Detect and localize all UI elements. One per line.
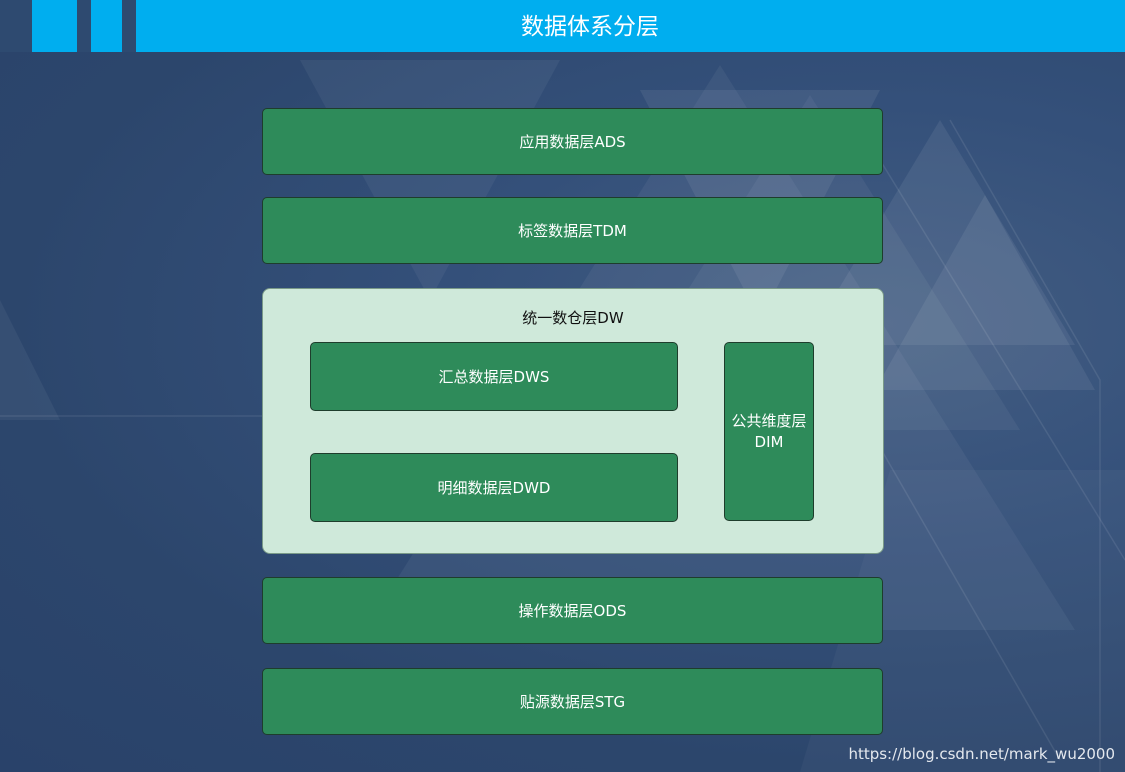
- dim-code: DIM: [754, 432, 784, 451]
- layer-ods: 操作数据层ODS: [262, 577, 883, 644]
- layer-dwd: 明细数据层DWD: [310, 453, 678, 522]
- layer-tdm: 标签数据层TDM: [262, 197, 883, 264]
- diagram-canvas: 数据体系分层 应用数据层ADS 标签数据层TDM 统一数仓层DW 汇总数据层DW…: [0, 0, 1125, 772]
- title-bar: 数据体系分层: [0, 0, 1125, 52]
- page-title: 数据体系分层: [521, 14, 659, 40]
- dw-title: 统一数仓层DW: [522, 309, 624, 327]
- layer-stg: 贴源数据层STG: [262, 668, 883, 735]
- layer-dws: 汇总数据层DWS: [310, 342, 678, 411]
- layer-ads: 应用数据层ADS: [262, 108, 883, 175]
- dw-container: 统一数仓层DW 汇总数据层DWS 明细数据层DWD 公共维度层 DIM: [262, 288, 884, 554]
- dim-label: 公共维度层: [731, 411, 807, 430]
- layer-dim: 公共维度层 DIM: [724, 342, 814, 521]
- watermark: https://blog.csdn.net/mark_wu2000: [848, 745, 1115, 763]
